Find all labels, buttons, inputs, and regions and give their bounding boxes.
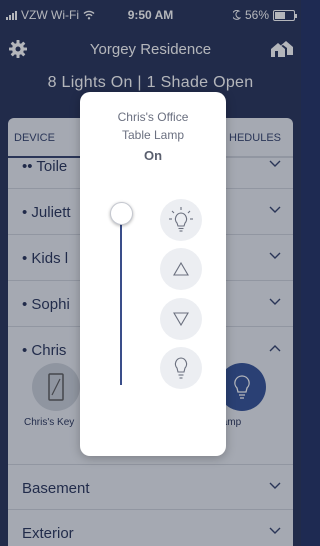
light-off-icon	[174, 357, 188, 379]
raise-icon	[173, 262, 189, 276]
device-control-modal: Chris's Office Table Lamp On	[80, 92, 226, 456]
light-off-button[interactable]	[160, 347, 202, 389]
lower-icon	[173, 312, 189, 326]
level-slider-track[interactable]	[120, 214, 122, 385]
device-name-line1: Chris's Office	[117, 110, 189, 124]
lower-button[interactable]	[160, 298, 202, 340]
light-on-button[interactable]	[160, 199, 202, 241]
level-slider-knob[interactable]	[110, 202, 133, 225]
light-on-icon	[169, 207, 193, 232]
device-state: On	[143, 148, 163, 163]
modal-device-name: Chris's Office Table Lamp	[80, 108, 226, 144]
raise-button[interactable]	[160, 248, 202, 290]
device-name-line2: Table Lamp	[121, 128, 185, 142]
